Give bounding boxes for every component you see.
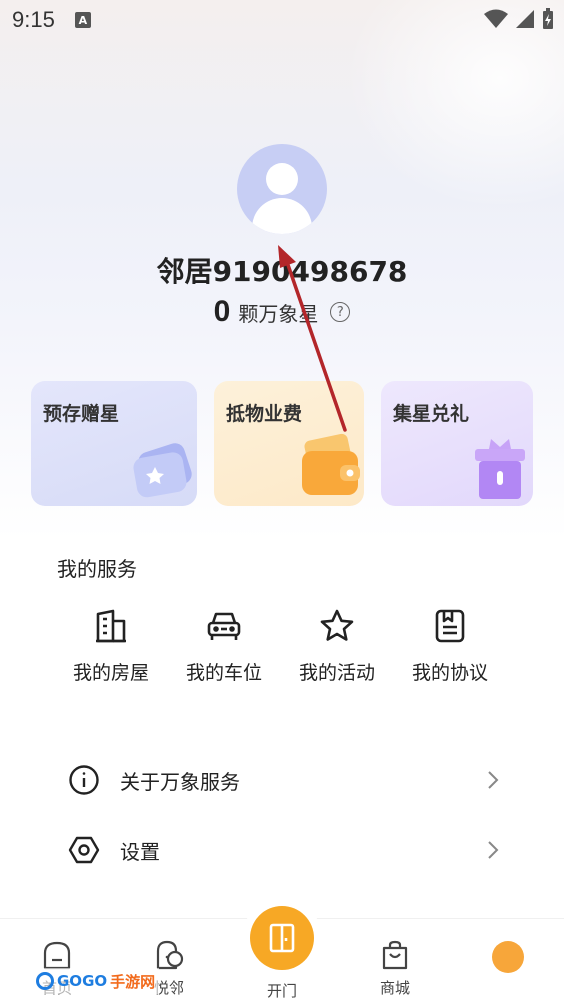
building-icon	[96, 609, 126, 643]
tab-label: 商城	[379, 979, 410, 997]
watermark-cn: 手游网	[110, 972, 156, 991]
open-door-label: 开门	[266, 982, 297, 1000]
door-icon	[269, 923, 295, 953]
watermark-circle-icon	[36, 972, 54, 990]
card-label: 预存赠星	[43, 403, 120, 425]
service-my-house[interactable]: 我的房屋	[61, 608, 161, 685]
wifi-icon	[484, 9, 508, 28]
settings-icon	[68, 836, 100, 864]
card-star-gift[interactable]: 集星兑礼	[381, 381, 533, 506]
wallet-icon	[302, 433, 360, 495]
wallet-star-icon	[133, 443, 192, 498]
avatar[interactable]	[237, 144, 327, 234]
service-label: 我的协议	[411, 662, 488, 684]
stars-count: 0	[213, 295, 231, 328]
chevron-right-icon	[488, 841, 499, 859]
profile-tab-dot[interactable]	[492, 941, 524, 973]
shopping-bag-icon	[382, 940, 408, 970]
menu-about[interactable]: 关于万象服务	[68, 760, 500, 800]
menu-label: 设置	[120, 839, 160, 864]
notification-icon: A	[74, 12, 91, 28]
card-label: 抵物业费	[226, 403, 303, 425]
help-icon[interactable]: ?	[330, 302, 351, 322]
battery-icon	[543, 8, 553, 29]
signal-icon	[516, 10, 534, 28]
watermark-logo: GOGO 手游网	[32, 968, 160, 994]
services-title: 我的服务	[57, 557, 137, 581]
menu-label: 关于万象服务	[120, 769, 240, 794]
avatar-body	[252, 198, 312, 234]
avatar-head	[266, 163, 298, 195]
card-property-fee[interactable]: 抵物业费	[214, 381, 364, 506]
car-icon	[207, 612, 241, 640]
status-time: 9:15	[12, 7, 55, 32]
home-icon	[43, 941, 71, 970]
watermark-latin: GOGO	[57, 972, 108, 990]
open-door-button[interactable]	[250, 906, 314, 970]
menu-settings[interactable]: 设置	[68, 830, 500, 870]
chevron-right-icon	[488, 771, 499, 789]
neighbor-icon	[156, 940, 184, 970]
card-prepay-bonus[interactable]: 预存赠星	[31, 381, 197, 506]
username[interactable]: 邻居9190498678	[0, 250, 564, 290]
service-label: 我的房屋	[72, 662, 149, 684]
stars-label: 颗万象星	[238, 301, 319, 326]
gift-icon	[475, 439, 525, 499]
status-icons	[484, 8, 554, 30]
stars-balance: 0 颗万象星 ?	[0, 295, 564, 329]
service-my-parking[interactable]: 我的车位	[174, 608, 274, 685]
document-icon	[435, 609, 465, 643]
card-label: 集星兑礼	[393, 403, 470, 425]
star-icon	[320, 609, 354, 641]
service-my-activities[interactable]: 我的活动	[287, 608, 387, 685]
service-label: 我的活动	[298, 662, 375, 684]
service-label: 我的车位	[185, 662, 262, 684]
service-my-agreements[interactable]: 我的协议	[400, 608, 500, 685]
status-bar: 9:15 A	[0, 0, 564, 40]
tab-mall[interactable]: 商城	[355, 939, 435, 998]
info-icon	[69, 765, 99, 795]
